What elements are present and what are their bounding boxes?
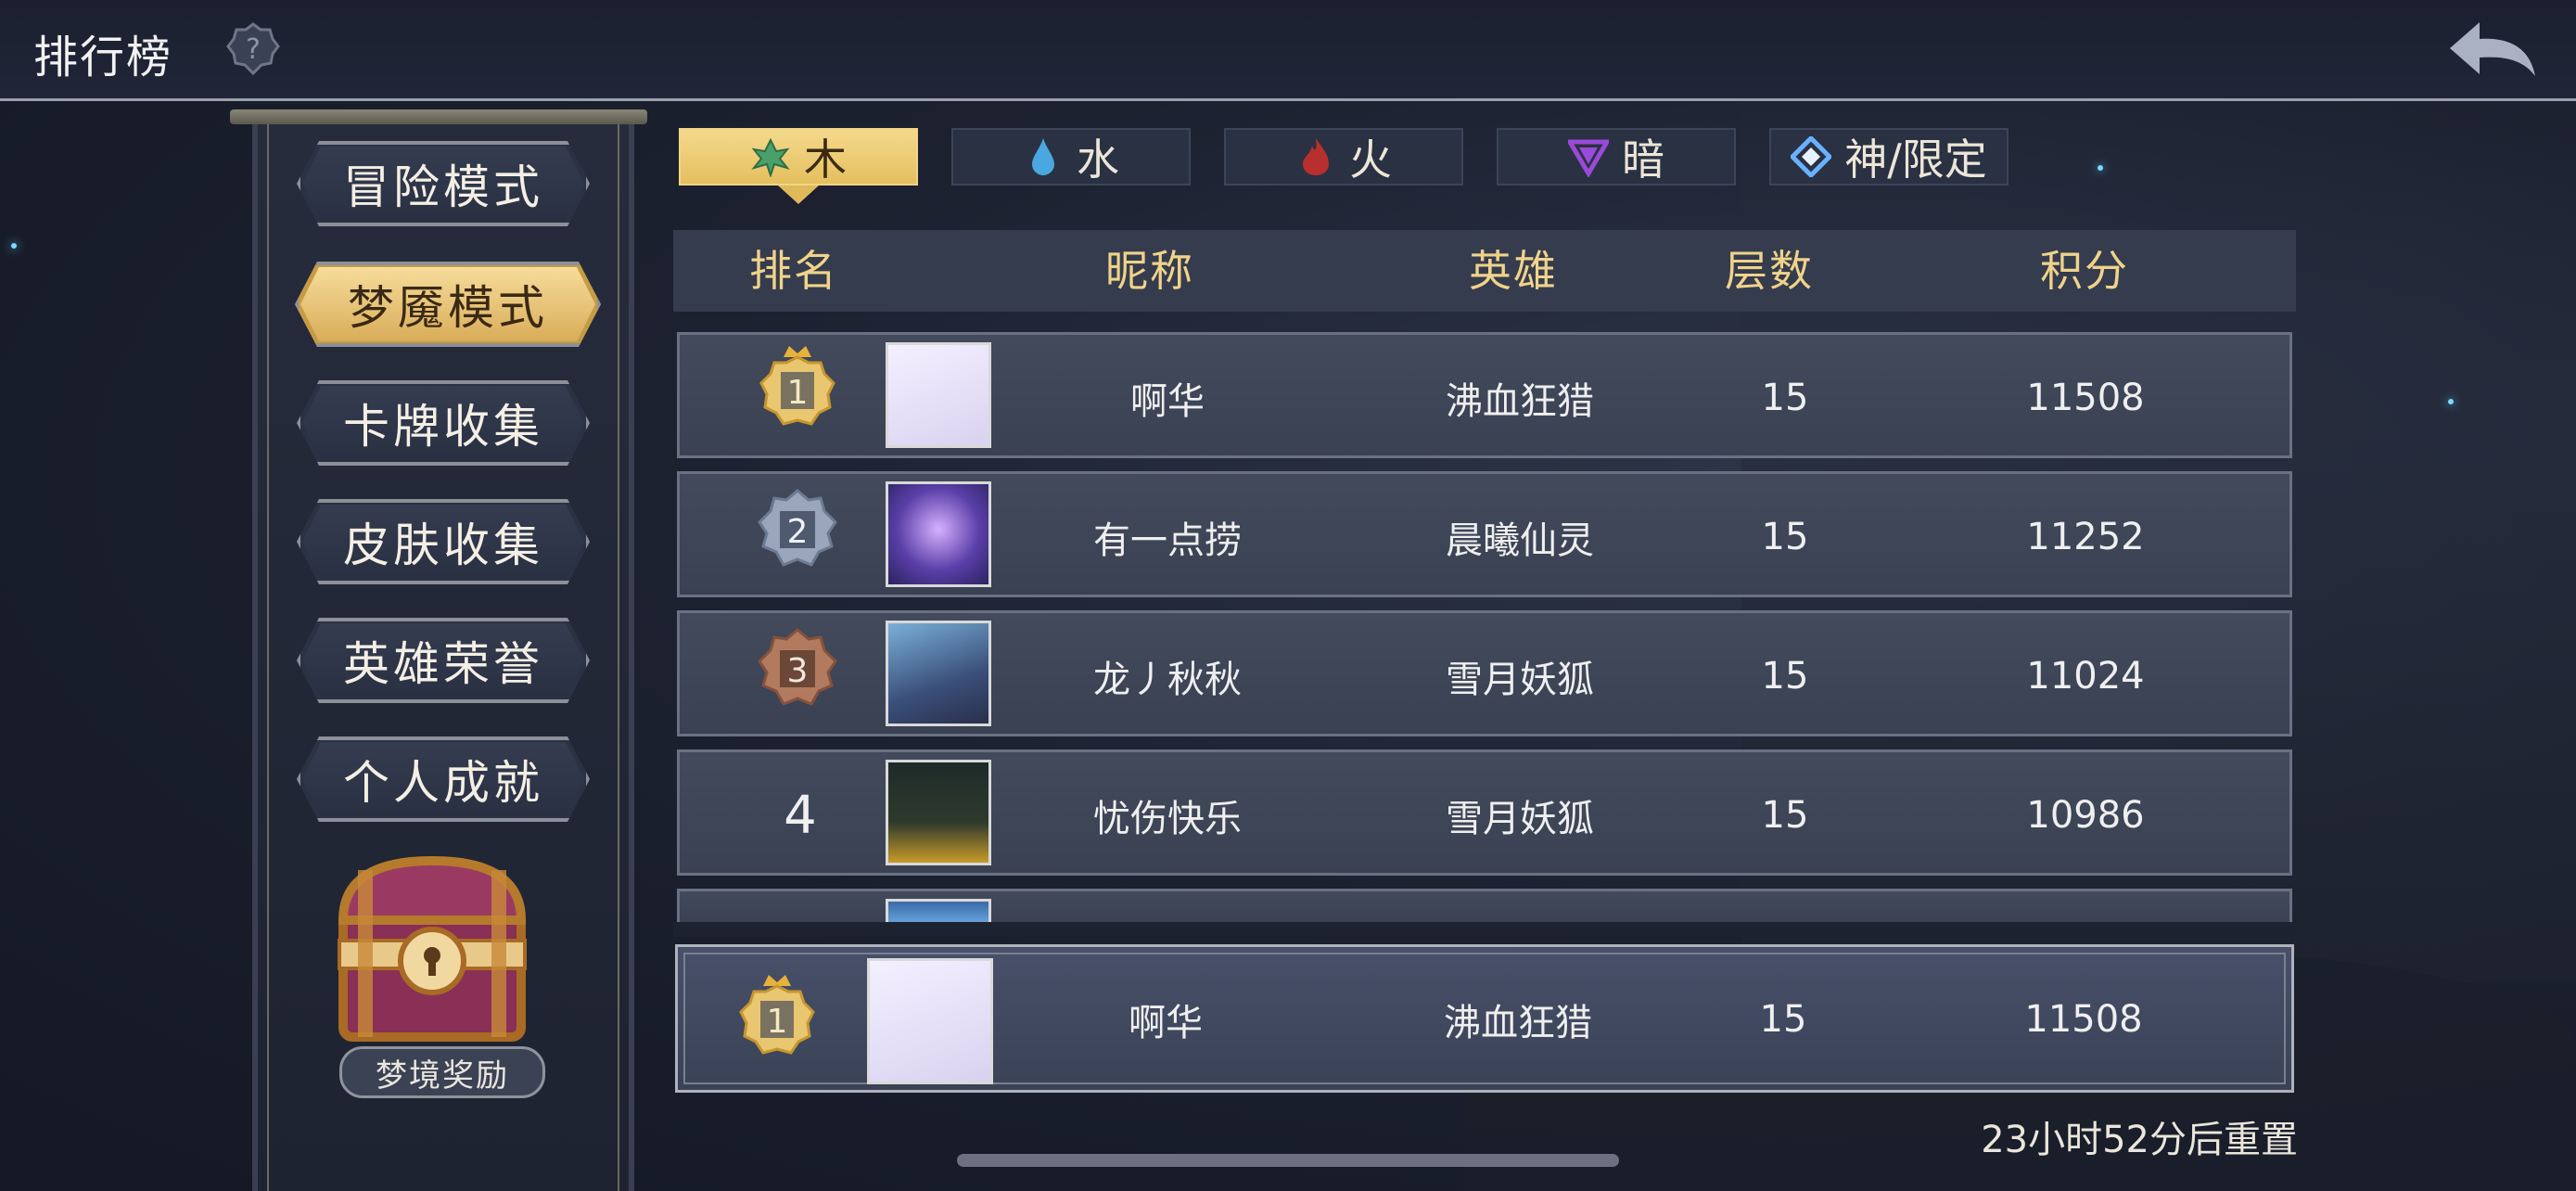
my-avatar bbox=[867, 958, 993, 1084]
tab-water[interactable]: 水 bbox=[951, 128, 1191, 186]
diamond-icon bbox=[1791, 136, 1832, 177]
sidebar-item-label: 个人成就 bbox=[343, 756, 543, 810]
sidebar-item-label: 梦魇模式 bbox=[348, 281, 548, 335]
hero-name: 晨曦仙灵 bbox=[1446, 519, 1594, 562]
sidebar-item-label: 卡牌收集 bbox=[343, 400, 543, 454]
treasure-chest-icon[interactable] bbox=[330, 852, 534, 1046]
sidebar-item-label: 皮肤收集 bbox=[343, 519, 543, 572]
nickname: 啊华 bbox=[1129, 1002, 1203, 1044]
table-row[interactable]: 1 啊华 沸血狂猎 15 11508 bbox=[677, 332, 2292, 458]
tab-active-indicator bbox=[778, 186, 819, 204]
dream-reward-label[interactable]: 梦境奖励 bbox=[339, 1046, 545, 1098]
sidebar-item-label: 英雄荣誉 bbox=[343, 637, 543, 691]
nickname: 有一点捞 bbox=[1093, 519, 1242, 562]
nickname: 啊华 bbox=[1130, 380, 1205, 423]
tab-label: 木 bbox=[804, 134, 847, 185]
nickname: 龙丿秋秋 bbox=[1093, 659, 1242, 701]
sidebar-item-adventure-mode[interactable]: 冒险模式 bbox=[297, 141, 590, 226]
sidebar-item-nightmare-mode[interactable]: 梦魇模式 bbox=[295, 262, 601, 347]
hero-avatar bbox=[886, 481, 991, 587]
table-row-partial[interactable] bbox=[677, 889, 2292, 928]
floors: 15 bbox=[1761, 655, 1809, 698]
tab-fire[interactable]: 火 bbox=[1224, 128, 1463, 186]
score: 11024 bbox=[2026, 655, 2145, 698]
leaf-icon bbox=[751, 137, 790, 177]
star-decoration bbox=[2448, 399, 2454, 404]
table-header: 排名 昵称 英雄 层数 积分 bbox=[673, 230, 2296, 312]
gold-rank-badge-icon: 1 bbox=[759, 346, 835, 426]
hero-avatar bbox=[886, 342, 991, 448]
column-header-hero: 英雄 bbox=[1469, 246, 1558, 296]
column-header-nickname: 昵称 bbox=[1105, 246, 1194, 296]
sidebar-item-achievements[interactable]: 个人成就 bbox=[297, 736, 590, 822]
tab-label: 神/限定 bbox=[1844, 134, 1987, 185]
hero-name: 雪月妖狐 bbox=[1446, 798, 1594, 840]
tab-label: 暗 bbox=[1622, 134, 1664, 185]
rank-number: 1 bbox=[767, 1003, 788, 1041]
water-drop-icon bbox=[1032, 138, 1054, 175]
tab-wood[interactable]: 木 bbox=[679, 128, 918, 204]
floors: 15 bbox=[1761, 516, 1809, 558]
rank-number: 4 bbox=[784, 785, 817, 846]
tab-dark[interactable]: 暗 bbox=[1497, 128, 1736, 186]
star-decoration bbox=[2098, 165, 2103, 171]
column-header-score: 积分 bbox=[2040, 246, 2129, 296]
score: 11252 bbox=[2026, 516, 2145, 558]
table-row[interactable]: 3 龙丿秋秋 雪月妖狐 15 11024 bbox=[677, 610, 2292, 736]
banner-rod bbox=[230, 109, 647, 124]
tab-divine-limited[interactable]: 神/限定 bbox=[1769, 128, 2009, 186]
rank-number: 3 bbox=[787, 652, 809, 690]
top-bar: 排行榜 ? bbox=[0, 0, 2576, 101]
svg-text:?: ? bbox=[246, 33, 261, 66]
column-header-floors: 层数 bbox=[1725, 246, 1814, 296]
hero-name: 雪月妖狐 bbox=[1446, 659, 1594, 701]
my-rank-row: 1 啊华 沸血狂猎 15 11508 bbox=[675, 944, 2294, 1093]
table-row[interactable]: 2 有一点捞 晨曦仙灵 15 11252 bbox=[677, 471, 2292, 597]
star-decoration bbox=[11, 243, 17, 249]
bronze-rank-badge-icon: 3 bbox=[758, 628, 837, 706]
sidebar-item-card-collection[interactable]: 卡牌收集 bbox=[297, 380, 590, 466]
column-header-rank: 排名 bbox=[749, 246, 838, 296]
hero-avatar bbox=[886, 621, 991, 726]
floors: 15 bbox=[1761, 377, 1809, 419]
score: 11508 bbox=[2024, 998, 2143, 1041]
floors: 15 bbox=[1761, 794, 1809, 837]
gold-rank-badge-icon: 1 bbox=[739, 975, 815, 1055]
back-arrow-icon[interactable] bbox=[2446, 17, 2539, 82]
table-row[interactable]: 4 忧伤快乐 雪月妖狐 15 10986 bbox=[677, 749, 2292, 876]
rank-number: 1 bbox=[787, 374, 809, 412]
hero-name: 沸血狂猎 bbox=[1446, 380, 1594, 423]
list-scroll-edge bbox=[673, 922, 2296, 937]
reset-countdown: 23小时52分后重置 bbox=[1981, 1119, 2298, 1161]
hero-avatar bbox=[886, 760, 991, 865]
floors: 15 bbox=[1759, 998, 1807, 1041]
question-gear-icon[interactable]: ? bbox=[226, 22, 280, 76]
hero-name: 沸血狂猎 bbox=[1444, 1002, 1592, 1044]
sidebar-item-label: 冒险模式 bbox=[343, 160, 543, 214]
dark-triangle-icon bbox=[1568, 139, 1609, 177]
silver-rank-badge-icon: 2 bbox=[758, 489, 837, 567]
sidebar-item-hero-honor[interactable]: 英雄荣誉 bbox=[297, 618, 590, 703]
fire-icon bbox=[1303, 138, 1329, 175]
page-title: 排行榜 bbox=[33, 32, 173, 83]
sidebar-item-skin-collection[interactable]: 皮肤收集 bbox=[297, 499, 590, 584]
rank-number: 2 bbox=[787, 513, 809, 551]
nickname: 忧伤快乐 bbox=[1093, 798, 1242, 840]
home-indicator[interactable] bbox=[957, 1154, 1619, 1167]
score: 10986 bbox=[2026, 794, 2145, 837]
tab-label: 火 bbox=[1349, 134, 1392, 185]
tab-label: 水 bbox=[1077, 134, 1119, 185]
score: 11508 bbox=[2026, 377, 2145, 419]
